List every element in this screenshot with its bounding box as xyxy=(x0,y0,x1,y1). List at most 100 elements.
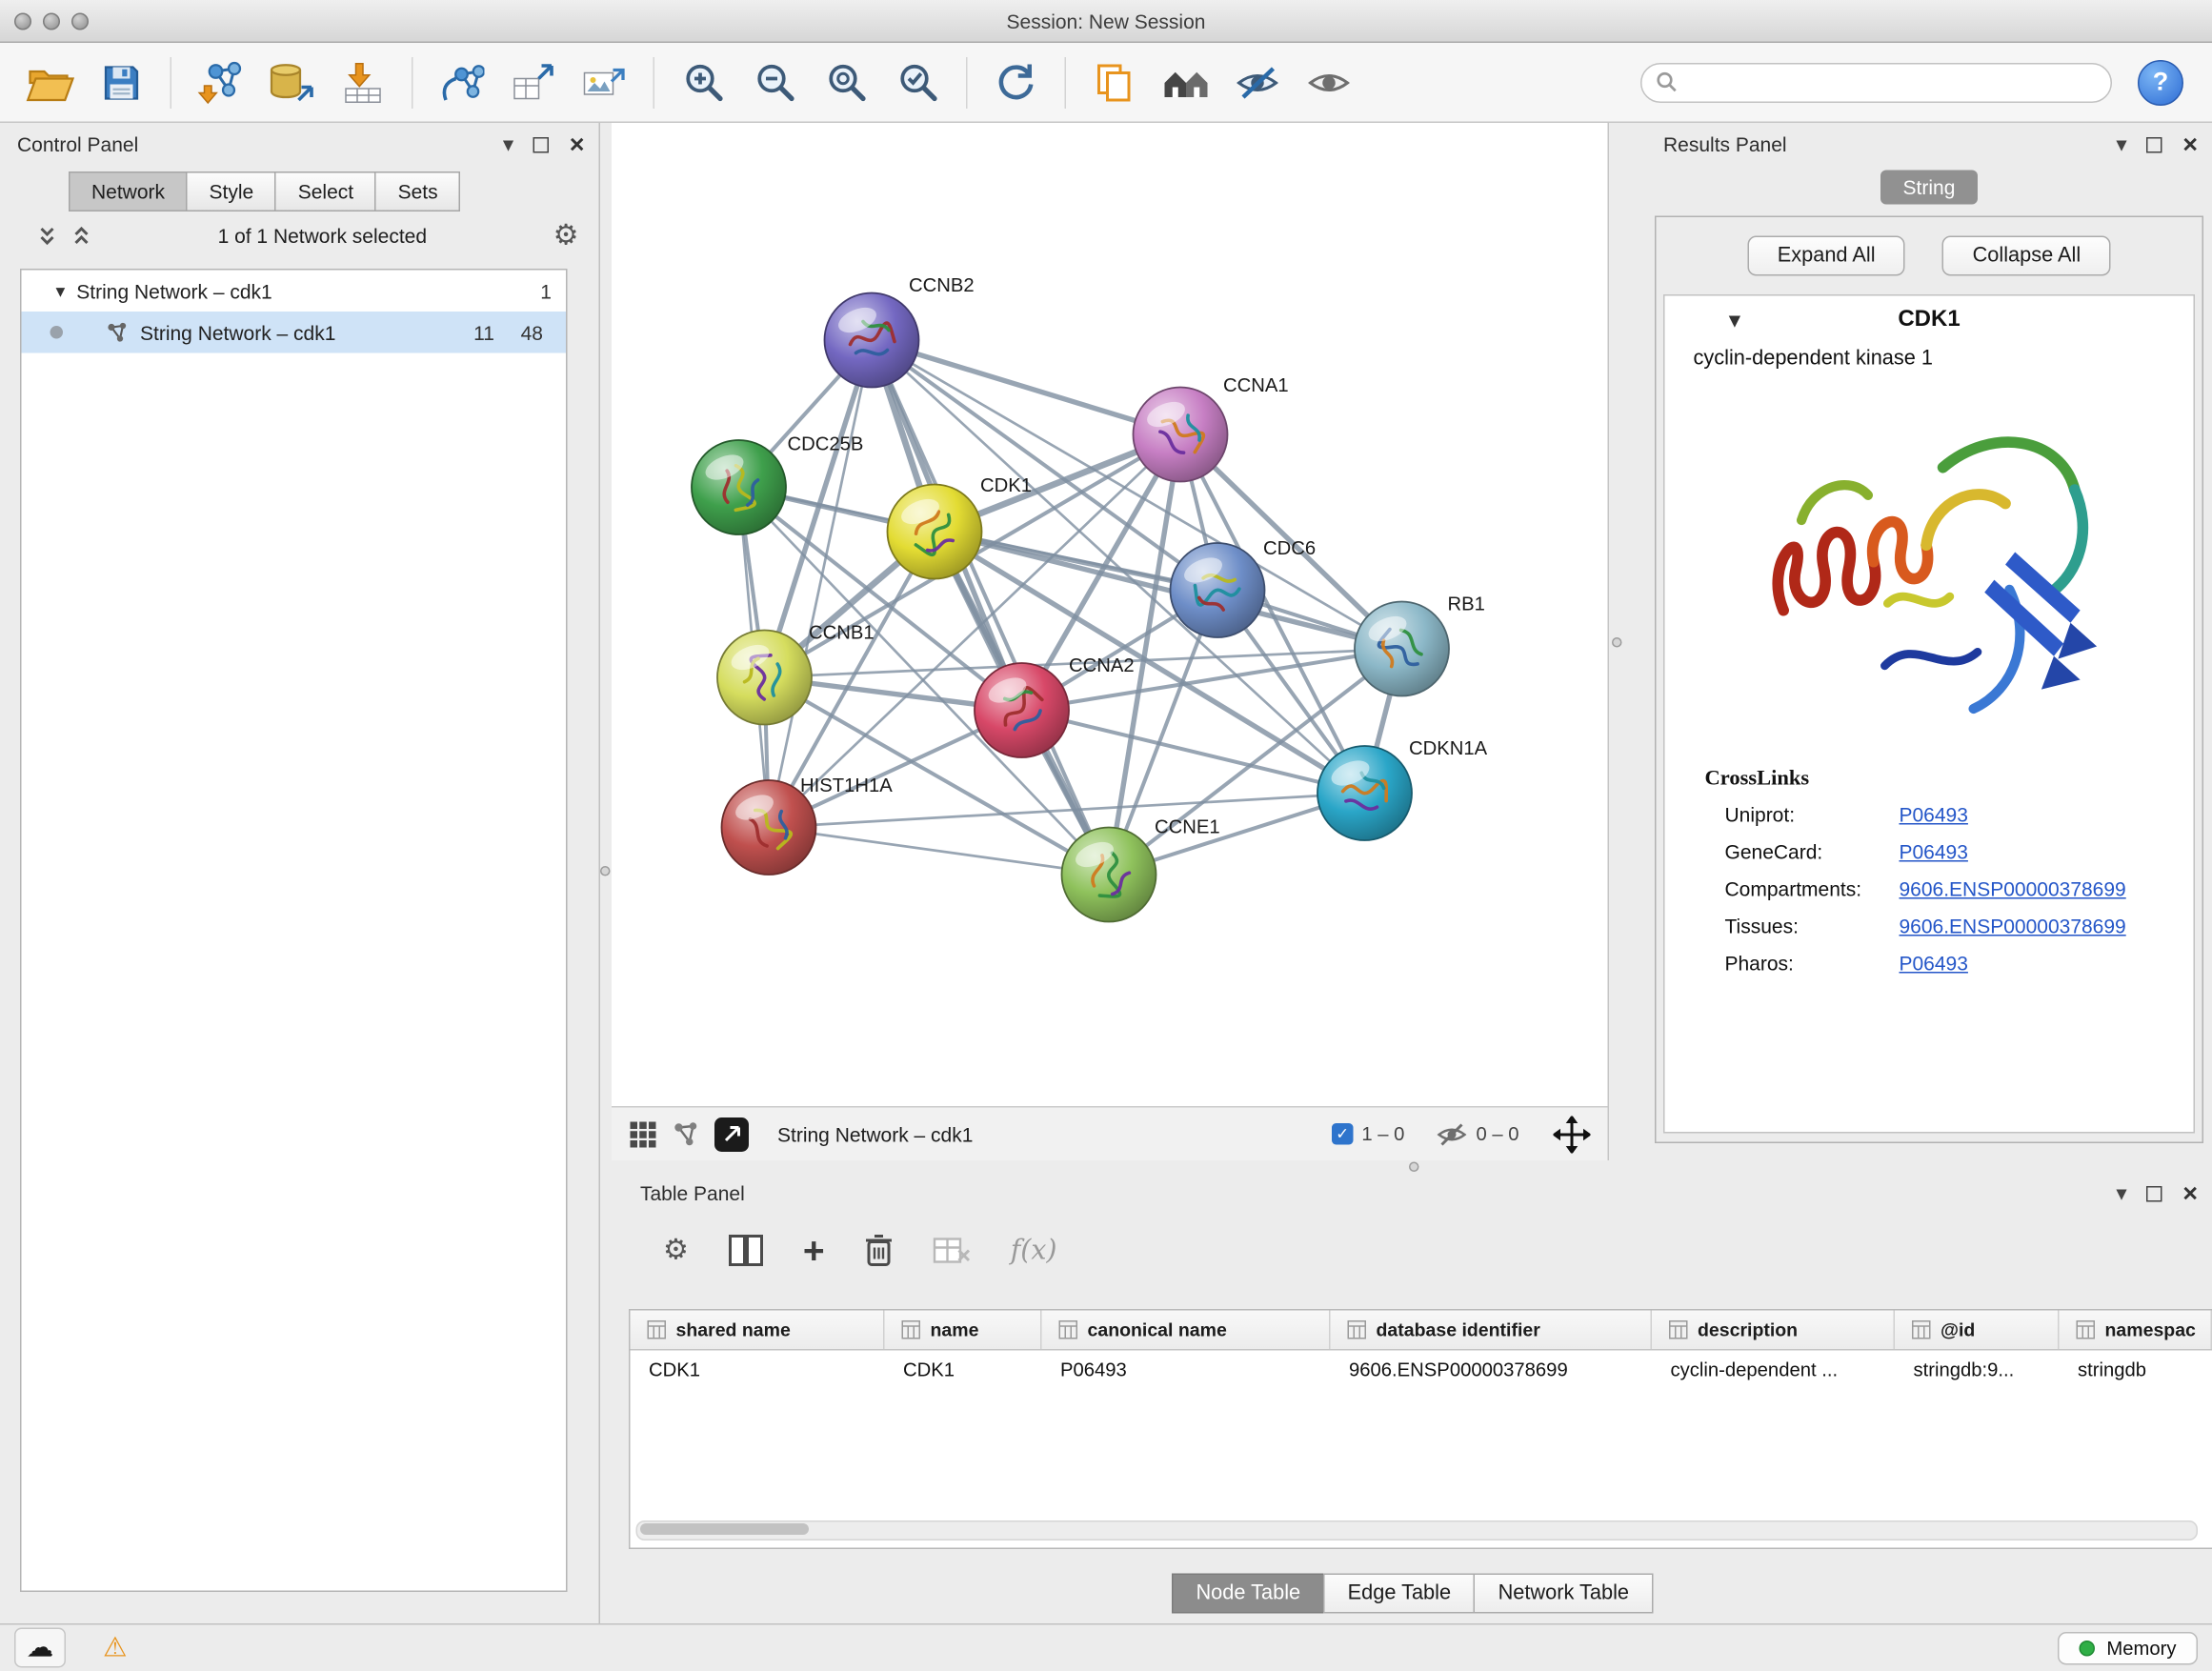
string-tab[interactable]: String xyxy=(1880,171,1979,205)
panel-collapse-icon[interactable]: ▾ xyxy=(2116,133,2126,155)
pan-crosshair-icon[interactable] xyxy=(1554,1116,1591,1153)
show-columns-icon[interactable] xyxy=(729,1235,763,1266)
table-row[interactable]: CDK1 CDK1 P06493 9606.ENSP00000378699 cy… xyxy=(631,1351,2212,1390)
edge-CCNB2-CCNA1[interactable] xyxy=(872,340,1180,434)
zoom-out-button[interactable] xyxy=(742,50,808,115)
new-network-button[interactable] xyxy=(429,50,494,115)
show-graphics-details-button[interactable] xyxy=(1297,50,1362,115)
right-splitter[interactable] xyxy=(1608,123,1647,1160)
node-CDK1[interactable] xyxy=(888,485,982,579)
splitter-handle[interactable] xyxy=(1409,1162,1419,1173)
network-share-icon[interactable] xyxy=(672,1119,700,1148)
zoom-in-button[interactable] xyxy=(671,50,736,115)
edge-HIST1H1A-CCNE1[interactable] xyxy=(769,828,1109,876)
tab-network[interactable]: Network xyxy=(69,171,188,211)
save-session-button[interactable] xyxy=(89,50,154,115)
panel-close-icon[interactable]: × xyxy=(2182,131,2198,157)
import-network-database-button[interactable] xyxy=(259,50,325,115)
panel-close-icon[interactable]: × xyxy=(2182,1180,2198,1206)
hide-unhide-button[interactable] xyxy=(1225,50,1291,115)
column-header[interactable]: @id xyxy=(1895,1311,2060,1350)
apply-layout-button[interactable] xyxy=(983,50,1049,115)
disclosure-triangle-icon[interactable]: ▾ xyxy=(56,279,66,302)
expand-all-button[interactable]: Expand All xyxy=(1747,236,1905,276)
export-image-button[interactable] xyxy=(572,50,637,115)
crosslink-label: Pharos: xyxy=(1725,952,1900,975)
function-builder-button[interactable]: f(x) xyxy=(1011,1235,1057,1266)
birds-eye-view-icon[interactable] xyxy=(629,1119,657,1148)
column-header[interactable]: namespac xyxy=(2060,1311,2212,1350)
gear-icon[interactable]: ⚙ xyxy=(553,222,579,251)
edge-CCNB2-HIST1H1A[interactable] xyxy=(769,340,872,828)
scrollbar-thumb[interactable] xyxy=(640,1523,809,1535)
cloud-button[interactable]: ☁ xyxy=(14,1628,66,1668)
splitter-handle[interactable] xyxy=(600,866,611,876)
memory-button[interactable]: Memory xyxy=(2058,1632,2198,1665)
panel-collapse-icon[interactable]: ▾ xyxy=(503,133,513,155)
table-settings-gear-icon[interactable]: ⚙ xyxy=(663,1237,689,1265)
collapse-all-tree-icon[interactable] xyxy=(71,226,91,246)
node-CDC25B[interactable] xyxy=(692,440,786,534)
tab-node-table[interactable]: Node Table xyxy=(1172,1574,1325,1614)
panel-float-icon[interactable] xyxy=(2147,136,2163,152)
panel-close-icon[interactable]: × xyxy=(570,131,585,157)
genecard-link[interactable]: P06493 xyxy=(1900,840,1968,863)
horizontal-splitter[interactable] xyxy=(612,1160,2212,1175)
tab-network-table[interactable]: Network Table xyxy=(1474,1574,1653,1614)
column-header[interactable]: database identifier xyxy=(1331,1311,1653,1350)
copy-button[interactable] xyxy=(1082,50,1148,115)
home-button[interactable] xyxy=(1154,50,1219,115)
edge-CDK1-RB1[interactable] xyxy=(935,532,1402,649)
node-CCNB2[interactable] xyxy=(825,293,919,388)
panel-float-icon[interactable] xyxy=(533,136,550,152)
node-CDKN1A[interactable] xyxy=(1317,746,1412,840)
section-disclosure-icon[interactable]: ▼ xyxy=(1725,309,1745,332)
network-canvas[interactable]: CCNB2CCNA1CDC25BCDK1CDC6RB1CCNB1CCNA2CDK… xyxy=(612,123,1608,1106)
selected-checkbox-icon[interactable]: ✓ xyxy=(1332,1123,1354,1145)
maximize-window-button[interactable] xyxy=(71,12,89,30)
tab-edge-table[interactable]: Edge Table xyxy=(1323,1574,1475,1614)
expand-all-tree-icon[interactable] xyxy=(37,226,57,246)
left-splitter[interactable] xyxy=(600,123,612,1160)
network-from-selection-button[interactable] xyxy=(500,50,566,115)
horizontal-scrollbar[interactable] xyxy=(636,1520,2199,1540)
uniprot-link[interactable]: P06493 xyxy=(1900,803,1968,826)
node-CCNE1[interactable] xyxy=(1062,828,1156,922)
tissues-link[interactable]: 9606.ENSP00000378699 xyxy=(1900,915,2126,937)
tab-style[interactable]: Style xyxy=(187,171,277,211)
table-toolbar: ⚙ + f(x) xyxy=(612,1212,2212,1289)
panel-float-icon[interactable] xyxy=(2147,1185,2163,1201)
warning-icon[interactable]: ⚠ xyxy=(103,1635,128,1662)
column-header[interactable]: shared name xyxy=(631,1311,885,1350)
node-CCNA1[interactable] xyxy=(1134,388,1228,482)
node-RB1[interactable] xyxy=(1355,602,1449,696)
search-input[interactable] xyxy=(1688,70,2097,95)
compartments-link[interactable]: 9606.ENSP00000378699 xyxy=(1900,877,2126,900)
node-CCNB1[interactable] xyxy=(717,631,812,725)
collapse-all-button[interactable]: Collapse All xyxy=(1942,236,2111,276)
close-window-button[interactable] xyxy=(14,12,31,30)
import-table-button[interactable] xyxy=(331,50,396,115)
tab-sets[interactable]: Sets xyxy=(375,171,461,211)
import-network-file-button[interactable] xyxy=(188,50,253,115)
splitter-handle[interactable] xyxy=(1612,637,1622,648)
add-column-icon[interactable]: + xyxy=(803,1232,825,1269)
node-CDC6[interactable] xyxy=(1171,543,1265,637)
column-header[interactable]: name xyxy=(885,1311,1042,1350)
node-CCNA2[interactable] xyxy=(975,663,1069,757)
network-row-selected[interactable]: String Network – cdk1 11 48 xyxy=(22,312,567,353)
edge-CCNB2-CCNE1[interactable] xyxy=(872,340,1109,875)
minimize-window-button[interactable] xyxy=(43,12,60,30)
help-button[interactable]: ? xyxy=(2138,59,2183,105)
tab-select[interactable]: Select xyxy=(275,171,376,211)
network-collection-row[interactable]: ▾ String Network – cdk1 1 xyxy=(22,271,567,312)
panel-collapse-icon[interactable]: ▾ xyxy=(2116,1182,2126,1204)
zoom-selected-button[interactable] xyxy=(885,50,951,115)
column-header[interactable]: canonical name xyxy=(1042,1311,1331,1350)
pharos-link[interactable]: P06493 xyxy=(1900,952,1968,975)
zoom-fit-button[interactable] xyxy=(814,50,879,115)
column-header[interactable]: description xyxy=(1652,1311,1895,1350)
open-session-button[interactable] xyxy=(17,50,83,115)
export-network-button[interactable] xyxy=(714,1117,749,1151)
delete-column-trash-icon[interactable] xyxy=(865,1234,894,1268)
